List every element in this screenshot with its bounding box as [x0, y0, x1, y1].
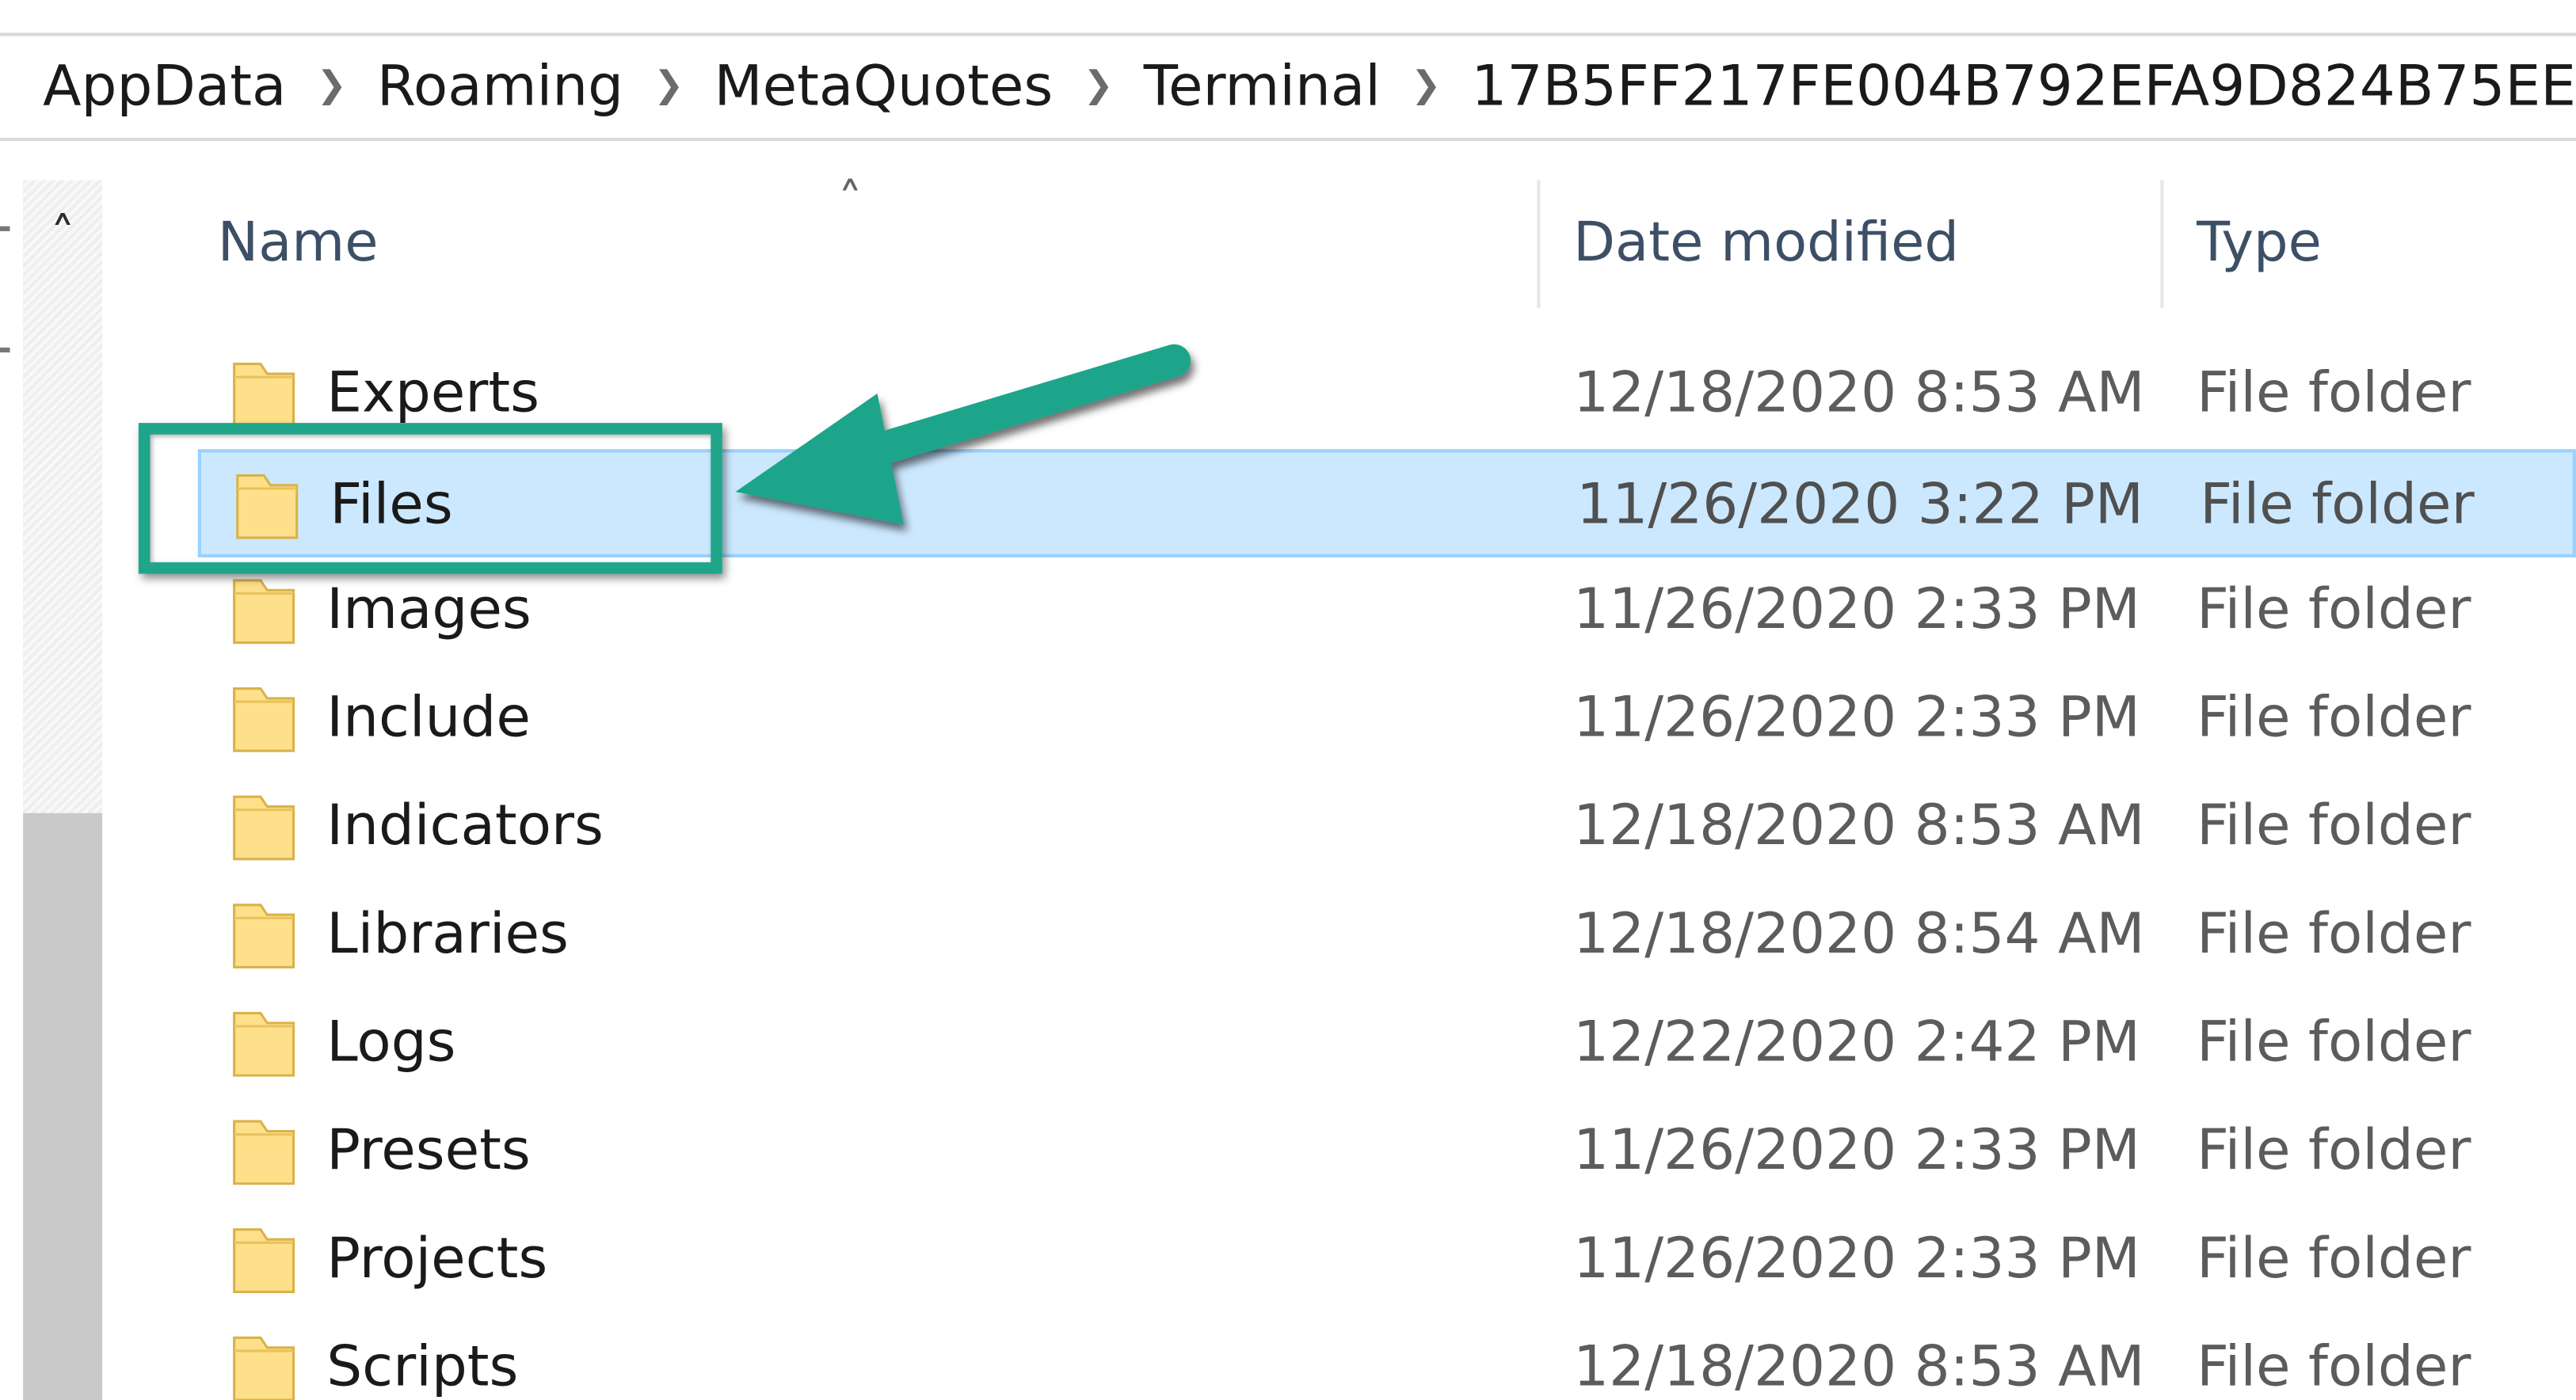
- chevron-up-icon[interactable]: ˄: [23, 187, 102, 285]
- file-date-modified: 11/26/2020 2:33 PM: [1573, 576, 2140, 643]
- folder-icon: [233, 1336, 295, 1400]
- file-date-modified: 11/26/2020 2:33 PM: [1573, 1117, 2140, 1184]
- folder-icon: [233, 904, 295, 969]
- folder-icon: [233, 1228, 295, 1293]
- file-name: Indicators: [326, 793, 604, 859]
- breadcrumb-item-appdata[interactable]: AppData: [43, 54, 286, 120]
- column-divider[interactable]: [1537, 180, 1541, 309]
- file-date-modified: 11/26/2020 3:22 PM: [1576, 472, 2144, 538]
- column-divider[interactable]: [2160, 180, 2164, 309]
- column-header-name[interactable]: Name: [218, 210, 379, 274]
- breadcrumb-item-metaquotes[interactable]: MetaQuotes: [714, 54, 1053, 120]
- breadcrumb[interactable]: AppData ❯ Roaming ❯ MetaQuotes ❯ Termina…: [0, 32, 2576, 142]
- chevron-right-icon[interactable]: ❯: [1381, 65, 1471, 106]
- file-date-modified: 12/18/2020 8:53 AM: [1573, 1334, 2145, 1400]
- column-header-type[interactable]: Type: [2197, 210, 2322, 274]
- chevron-up-icon: ˄: [837, 173, 863, 231]
- file-date-modified: 12/22/2020 2:42 PM: [1573, 1010, 2140, 1076]
- file-row-projects[interactable]: Projects 11/26/2020 2:33 PM File folder: [125, 1207, 2576, 1315]
- file-type: File folder: [2197, 901, 2471, 968]
- file-name: Logs: [326, 1010, 456, 1076]
- file-name: Include: [326, 685, 531, 751]
- file-row-include[interactable]: Include 11/26/2020 2:33 PM File folder: [125, 666, 2576, 774]
- chevron-right-icon[interactable]: ❯: [623, 65, 714, 106]
- file-date-modified: 12/18/2020 8:53 AM: [1573, 793, 2145, 859]
- breadcrumb-item-terminal[interactable]: Terminal: [1144, 54, 1381, 120]
- file-name: Experts: [326, 360, 540, 427]
- folder-icon: [233, 1011, 295, 1077]
- file-name: Libraries: [326, 901, 569, 968]
- file-type: File folder: [2197, 1010, 2471, 1076]
- file-type: File folder: [2197, 793, 2471, 859]
- folder-icon: [233, 1120, 295, 1185]
- navigation-pane-scrollbar[interactable]: ˄: [23, 180, 103, 1400]
- file-name: Presets: [326, 1117, 531, 1184]
- file-explorer-window: AppData ❯ Roaming ❯ MetaQuotes ❯ Termina…: [0, 0, 2576, 1400]
- file-date-modified: 12/18/2020 8:53 AM: [1573, 360, 2145, 427]
- file-date-modified: 11/26/2020 2:33 PM: [1573, 1226, 2140, 1292]
- breadcrumb-item-roaming[interactable]: Roaming: [377, 54, 623, 120]
- file-type: File folder: [2197, 576, 2471, 643]
- column-headers: ˄ Name Date modified Type: [125, 173, 2576, 312]
- file-row-logs[interactable]: Logs 12/22/2020 2:42 PM File folder: [125, 990, 2576, 1098]
- file-type: File folder: [2197, 685, 2471, 751]
- column-header-date-modified[interactable]: Date modified: [1573, 210, 1959, 274]
- file-date-modified: 11/26/2020 2:33 PM: [1573, 685, 2140, 751]
- file-name: Images: [326, 576, 532, 643]
- file-row-indicators[interactable]: Indicators 12/18/2020 8:53 AM File folde…: [125, 774, 2576, 882]
- folder-icon: [233, 579, 295, 645]
- folder-icon: [233, 687, 295, 752]
- file-row-presets[interactable]: Presets 11/26/2020 2:33 PM File folder: [125, 1098, 2576, 1207]
- folder-icon: [233, 363, 295, 428]
- file-type: File folder: [2197, 1334, 2471, 1400]
- annotation-highlight-box: [138, 423, 722, 574]
- edge-mark: [0, 226, 10, 231]
- chevron-right-icon[interactable]: ❯: [286, 65, 376, 106]
- edge-mark: [0, 347, 10, 353]
- file-type: File folder: [2197, 1226, 2471, 1292]
- file-name: Scripts: [326, 1334, 519, 1400]
- file-type: File folder: [2200, 472, 2475, 538]
- file-type: File folder: [2197, 1117, 2471, 1184]
- file-type: File folder: [2197, 360, 2471, 427]
- breadcrumb-item-terminal-id[interactable]: 17B5FF217FE004B792EFA9D824B75EE: [1471, 54, 2576, 120]
- file-row-libraries[interactable]: Libraries 12/18/2020 8:54 AM File folder: [125, 882, 2576, 991]
- chevron-right-icon[interactable]: ❯: [1053, 65, 1143, 106]
- file-row-scripts[interactable]: Scripts 12/18/2020 8:53 AM File folder: [125, 1314, 2576, 1400]
- file-date-modified: 12/18/2020 8:54 AM: [1573, 901, 2145, 968]
- file-name: Projects: [326, 1226, 548, 1292]
- scrollbar-thumb[interactable]: [23, 812, 103, 1400]
- folder-icon: [233, 795, 295, 861]
